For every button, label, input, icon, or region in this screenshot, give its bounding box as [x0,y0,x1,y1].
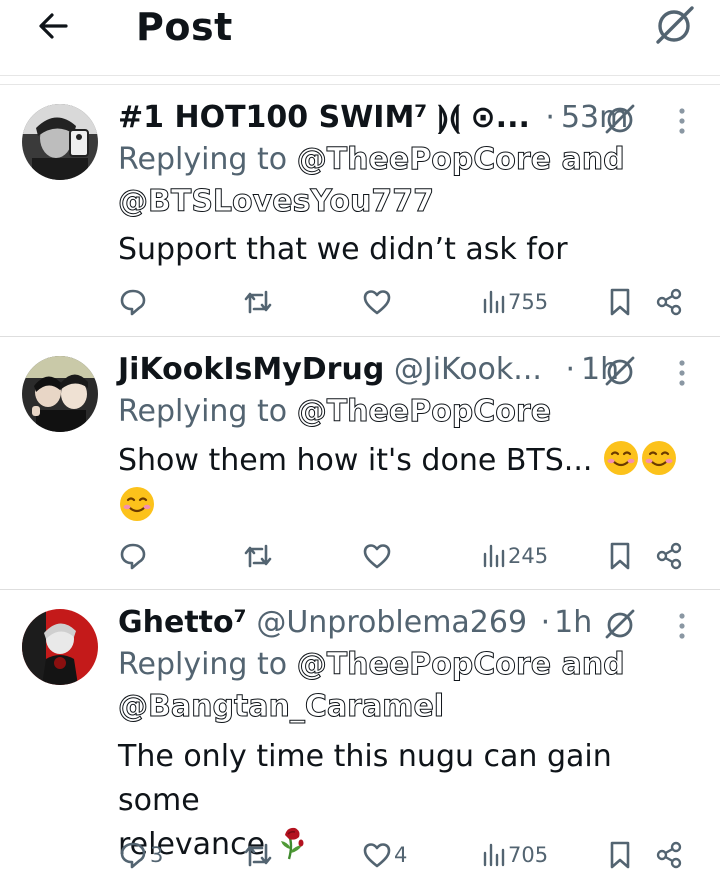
tweet-actions: 755 [118,282,698,322]
views-count: 705 [508,843,549,867]
grok-icon[interactable] [603,354,637,388]
timestamp[interactable]: 1h [554,605,592,640]
share-button[interactable] [654,835,684,875]
share-button[interactable] [654,536,684,576]
reply-button[interactable] [118,282,150,322]
like-button[interactable] [362,536,394,576]
heart-icon [363,843,391,868]
smiling-face-emoji-icon [603,441,638,475]
mention-link[interactable]: @TheePopCore and [296,647,625,683]
bookmark-icon [610,288,630,316]
views-count: 245 [508,544,549,568]
display-name[interactable]: #1 HOT100 SWIM⁷ ⟭⟬ ⊙... [118,100,530,135]
grok-icon[interactable] [652,2,696,46]
grok-icon[interactable] [603,607,637,641]
divider [0,84,720,85]
tweet-actions: 3 4 705 [118,835,698,875]
display-name[interactable]: Ghetto⁷ [118,605,247,640]
share-icon [656,288,682,316]
like-button[interactable]: 4 [362,835,407,875]
tweet-actions: 245 [118,536,698,576]
views-icon [483,544,505,568]
views-button[interactable]: 245 [482,536,548,576]
mention-link[interactable]: @BTSLovesYou777 [118,184,435,220]
page-title: Post [136,5,233,49]
tweet-header: Ghetto⁷ @Unproblema269 · 1h [118,601,592,645]
bookmark-button[interactable] [608,835,632,875]
more-vertical-icon[interactable] [677,106,687,136]
smiling-face-emoji-icon [641,441,676,475]
heart-icon [363,290,391,315]
user-handle[interactable]: @Unproblema269 [256,605,527,640]
mention-link[interactable]: @TheePopCore [296,394,551,430]
more-vertical-icon[interactable] [677,358,687,388]
replying-to-continued: @Bangtan_Caramel [117,687,444,727]
mention-link[interactable]: @TheePopCore and [296,142,625,178]
tweet-header: JiKookIsMyDrug @JiKook... · 1h [118,348,619,392]
reply-tweet[interactable]: Ghetto⁷ @Unproblema269 · 1h Replying to @… [0,591,720,880]
reply-button[interactable]: 3 [118,835,163,875]
repost-button[interactable] [242,282,276,322]
like-count: 4 [394,843,408,867]
repost-icon [244,843,272,867]
more-vertical-icon[interactable] [677,611,687,641]
tweet-text-content: Show them how it's done BTS... [118,443,593,478]
tweet-text: Show them how it's done BTS... [118,438,688,530]
smiling-face-emoji-icon [120,487,154,521]
replying-to: Replying to @TheePopCore [118,392,552,432]
bookmark-icon [610,841,630,869]
avatar[interactable] [22,104,98,180]
bookmark-button[interactable] [608,536,632,576]
grok-icon[interactable] [603,102,637,136]
mention-link[interactable]: @Bangtan_Caramel [117,689,444,725]
views-icon [483,843,505,867]
repost-icon [244,544,272,568]
top-app-bar: Post [0,0,720,76]
like-button[interactable] [362,282,394,322]
share-button[interactable] [654,282,684,322]
avatar[interactable] [22,609,98,685]
bookmark-icon [610,542,630,570]
replying-prefix: Replying to [118,142,288,177]
reply-count: 3 [150,843,164,867]
reply-icon [120,842,146,869]
separator-dot: · [565,352,575,387]
separator-dot: · [540,605,551,640]
repost-button[interactable] [242,835,276,875]
reply-tweet[interactable]: JiKookIsMyDrug @JiKook... · 1h Replying t… [0,338,720,590]
repost-button[interactable] [242,536,276,576]
views-button[interactable]: 705 [482,835,548,875]
repost-icon [244,290,272,314]
reply-icon [120,289,146,316]
bookmark-button[interactable] [608,282,632,322]
reply-tweet[interactable]: #1 HOT100 SWIM⁷ ⟭⟬ ⊙... · 53m Replying to… [0,86,720,337]
replying-prefix: Replying to [118,394,288,429]
share-icon [656,841,682,869]
heart-icon [363,544,391,569]
share-icon [656,542,682,570]
back-arrow-icon[interactable] [34,6,74,46]
replying-prefix: Replying to [118,647,288,682]
views-icon [483,290,505,314]
tweet-text: Support that we didn’t ask for [118,232,568,267]
avatar[interactable] [22,356,98,432]
replying-to: Replying to @TheePopCore and [118,140,625,180]
views-button[interactable]: 755 [482,282,548,322]
replying-to: Replying to @TheePopCore and [118,645,625,685]
reply-button[interactable] [118,536,150,576]
separator-dot: · [545,100,555,135]
replying-to-continued: @BTSLovesYou777 [118,182,435,222]
user-handle[interactable]: @JiKook... [394,352,542,387]
display-name[interactable]: JiKookIsMyDrug [118,352,384,387]
tweet-header: #1 HOT100 SWIM⁷ ⟭⟬ ⊙... · 53m [118,96,628,140]
reply-icon [120,543,146,570]
tweet-text-content: The only time this nugu can gain some [118,739,612,818]
views-count: 755 [508,290,549,314]
